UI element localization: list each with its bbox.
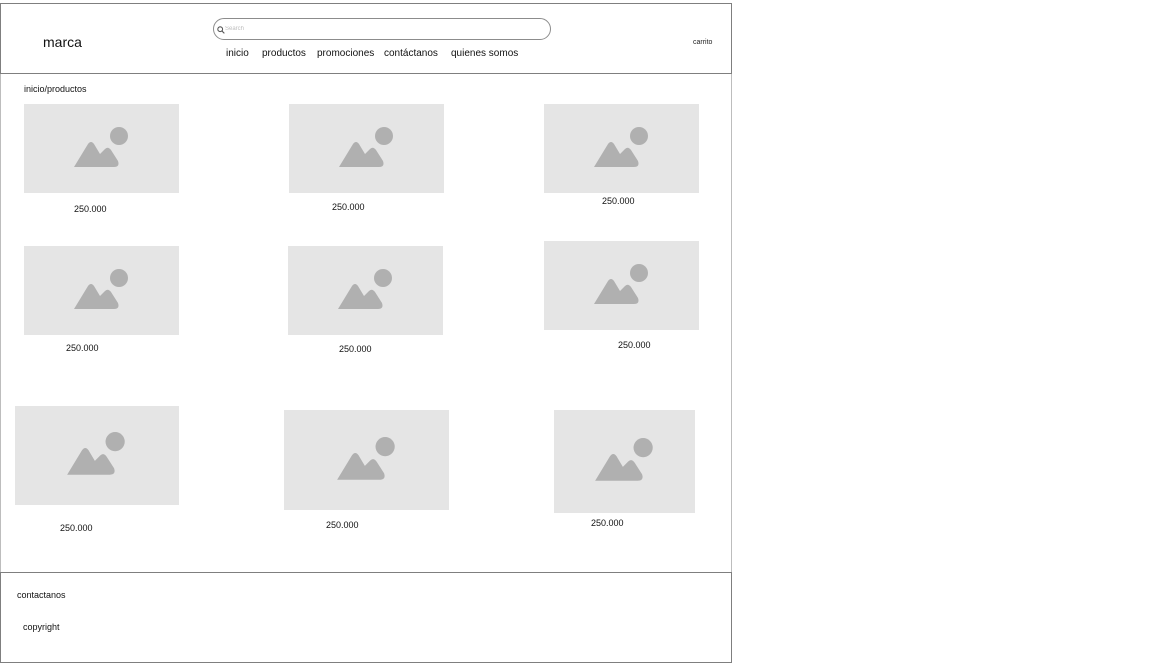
- product-price: 250.000: [326, 520, 359, 530]
- image-placeholder-icon: [73, 126, 128, 167]
- nav-inicio[interactable]: inicio: [226, 48, 249, 59]
- image-placeholder-icon: [337, 268, 392, 309]
- image-placeholder-icon: [338, 126, 393, 167]
- image-placeholder-icon: [594, 438, 653, 481]
- product-image[interactable]: [289, 104, 444, 193]
- nav-quienes-somos[interactable]: quienes somos: [451, 48, 518, 59]
- product-image[interactable]: [284, 410, 449, 510]
- search-bar[interactable]: [213, 18, 551, 40]
- product-price: 250.000: [332, 202, 365, 212]
- image-placeholder-icon: [593, 263, 648, 304]
- image-placeholder-icon: [67, 432, 125, 475]
- search-icon: [217, 26, 225, 34]
- product-price: 250.000: [591, 518, 624, 528]
- product-price: 250.000: [60, 523, 93, 533]
- footer-copyright: copyright: [23, 622, 60, 632]
- product-price: 250.000: [66, 343, 99, 353]
- search-input[interactable]: [225, 21, 545, 37]
- product-image[interactable]: [288, 246, 443, 335]
- footer: [0, 572, 732, 663]
- image-placeholder-icon: [336, 436, 395, 480]
- nav-promociones[interactable]: promociones: [317, 48, 374, 59]
- nav-contactanos[interactable]: contáctanos: [384, 48, 438, 59]
- header: marca inicio productos promociones contá…: [0, 3, 732, 74]
- product-image[interactable]: [15, 406, 179, 505]
- product-image[interactable]: [544, 241, 699, 330]
- brand-logo[interactable]: marca: [43, 34, 82, 50]
- image-placeholder-icon: [593, 126, 648, 167]
- cart-link[interactable]: carrito: [693, 39, 712, 46]
- product-image[interactable]: [554, 410, 695, 513]
- product-image[interactable]: [24, 104, 179, 193]
- nav-productos[interactable]: productos: [262, 48, 306, 59]
- footer-contact-link[interactable]: contactanos: [17, 590, 66, 600]
- product-image[interactable]: [544, 104, 699, 193]
- breadcrumb[interactable]: inicio/productos: [24, 84, 87, 94]
- product-price: 250.000: [339, 344, 372, 354]
- image-placeholder-icon: [73, 268, 128, 309]
- product-price: 250.000: [602, 196, 635, 206]
- product-price: 250.000: [618, 340, 651, 350]
- product-price: 250.000: [74, 204, 107, 214]
- product-image[interactable]: [24, 246, 179, 335]
